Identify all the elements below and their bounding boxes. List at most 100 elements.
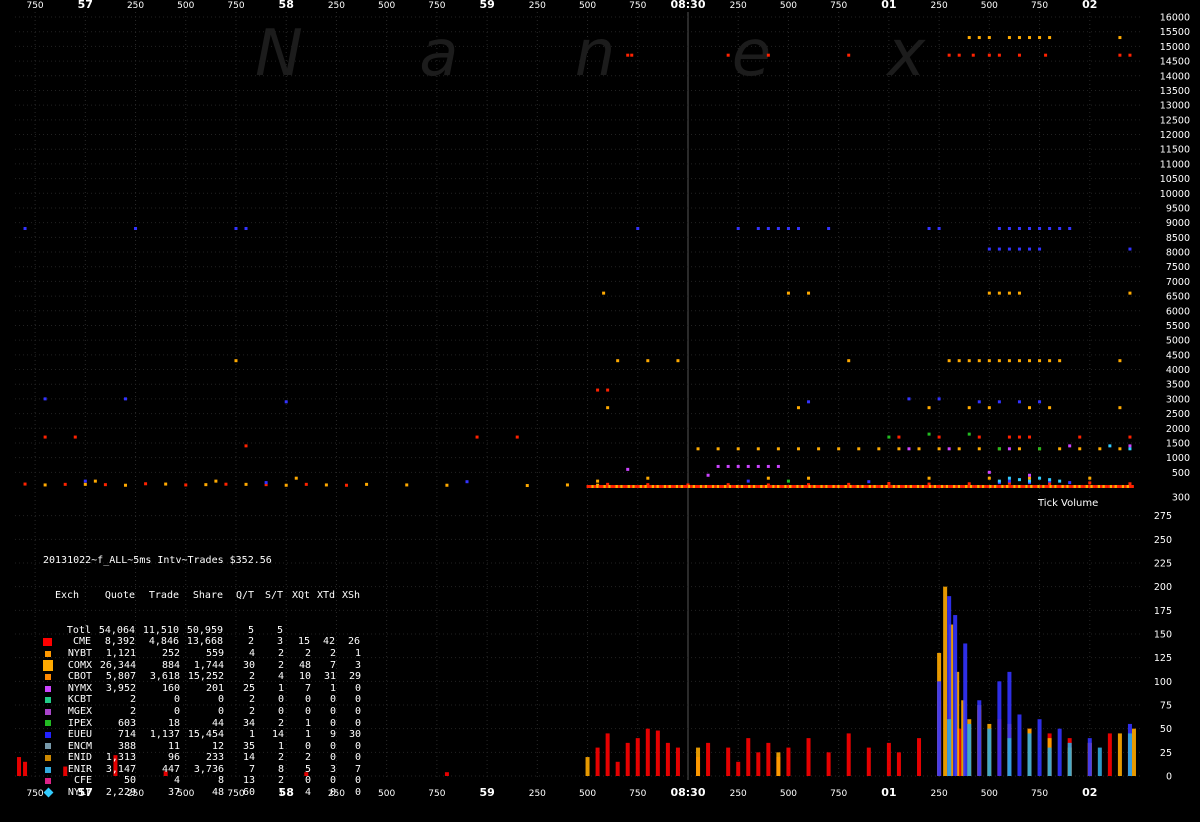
- scatter-point: [989, 485, 992, 488]
- scatter-point: [969, 485, 973, 488]
- y-tick-label-upper: 5000: [1166, 336, 1190, 347]
- scatter-point: [736, 447, 740, 451]
- x-tick-label-bottom: 500: [579, 789, 596, 799]
- scatter-point: [1107, 485, 1110, 488]
- scatter-point: [702, 485, 705, 488]
- scatter-point: [23, 227, 27, 230]
- scatter-point: [1017, 400, 1021, 404]
- y-tick-label-upper: 8500: [1166, 233, 1190, 244]
- scatter-point: [731, 485, 734, 488]
- scatter-point: [656, 485, 659, 488]
- table-cell-xqt: 2: [304, 752, 311, 764]
- scatter-point: [627, 485, 631, 488]
- scatter-point: [926, 485, 929, 488]
- scatter-point: [746, 464, 750, 468]
- scatter-point: [1007, 247, 1011, 251]
- scatter-point: [914, 485, 917, 488]
- table-cell-xqt: 0: [304, 775, 311, 787]
- scatter-point: [1007, 476, 1011, 480]
- scatter-point: [781, 485, 785, 488]
- scatter-point: [668, 485, 672, 488]
- scatter-point: [1032, 485, 1036, 488]
- y-tick-label-upper: 2500: [1166, 409, 1190, 420]
- legend-swatch: [45, 697, 51, 704]
- scatter-point: [204, 483, 208, 487]
- scatter-point: [365, 482, 369, 486]
- scatter-point: [1007, 291, 1011, 295]
- legend-swatch: [45, 755, 51, 762]
- scatter-point: [1078, 485, 1081, 488]
- scatter-point: [997, 291, 1001, 295]
- scatter-point: [856, 485, 860, 488]
- scatter-point: [636, 227, 640, 230]
- table-cell-qt: 60: [242, 787, 255, 799]
- scatter-point: [979, 485, 982, 488]
- scatter-point: [1038, 227, 1042, 230]
- volume-bar: [726, 747, 731, 776]
- legend-swatch: [45, 743, 51, 750]
- scatter-point: [813, 485, 816, 488]
- x-tick-label-bottom: 250: [931, 789, 948, 799]
- table-cell-exch: CBOT: [67, 671, 92, 683]
- scatter-point: [622, 485, 626, 488]
- scatter-point: [103, 483, 107, 487]
- scatter-point: [1048, 406, 1052, 410]
- scatter-point: [184, 483, 188, 487]
- table-cell-xsh: 0: [354, 705, 361, 717]
- scatter-point: [626, 53, 630, 57]
- table-cell-quote: 5,807: [105, 671, 136, 683]
- volume-bar: [886, 742, 891, 776]
- scatter-point: [1078, 435, 1082, 439]
- x-tick-label-bottom: 08:30: [670, 786, 705, 799]
- table-cell-quote: 388: [117, 740, 136, 752]
- table-cell-quote: 714: [117, 729, 136, 741]
- table-cell-share: 0: [217, 705, 224, 717]
- volume-bar: [665, 742, 670, 776]
- table-cell-trade: 11: [167, 740, 180, 752]
- scatter-point: [960, 485, 963, 488]
- table-cell-xqt: 0: [304, 705, 311, 717]
- scatter-point: [834, 485, 838, 488]
- scatter-point: [515, 435, 519, 439]
- table-cell-share: 8: [217, 775, 224, 787]
- scatter-point: [776, 464, 780, 468]
- col-xsh: XSh: [341, 589, 360, 601]
- scatter-point: [1071, 485, 1074, 488]
- scatter-point: [807, 291, 811, 295]
- scatter-point: [837, 485, 840, 488]
- scatter-point: [997, 53, 1001, 57]
- x-tick-label-top: 750: [629, 1, 646, 11]
- volume-bar: [766, 742, 771, 776]
- scatter-point: [1017, 247, 1021, 251]
- scatter-point: [690, 485, 693, 488]
- scatter-point: [1100, 485, 1103, 488]
- scatter-point: [670, 485, 674, 488]
- table-cell-qt: 2: [248, 705, 255, 717]
- scatter-point: [1038, 447, 1042, 451]
- table-cell-trade: 18: [167, 717, 180, 729]
- table-cell-xsh: 0: [354, 717, 361, 729]
- scatter-point: [716, 485, 720, 488]
- volume-bar: [1117, 733, 1122, 776]
- volume-bar: [1127, 733, 1132, 776]
- x-tick-label-top: 58: [279, 0, 294, 11]
- table-cell-share: 15,252: [187, 671, 224, 683]
- scatter-point: [784, 485, 787, 488]
- table-cell-quote: 3,952: [105, 682, 136, 694]
- x-tick-label-top: 250: [529, 1, 546, 11]
- scatter-point: [817, 447, 821, 451]
- y-tick-label-upper: 15500: [1160, 27, 1190, 38]
- x-tick-label-top: 750: [428, 1, 445, 11]
- table-cell-qt: 14: [242, 752, 255, 764]
- y-tick-label-upper: 4000: [1166, 365, 1190, 376]
- scatter-point: [617, 485, 621, 488]
- scatter-point: [1128, 291, 1132, 295]
- scatter-point: [762, 485, 766, 488]
- scatter-point: [1048, 36, 1052, 40]
- table-header: Exch Quote Trade Share Q/T S/T XQt XTd X…: [43, 590, 361, 602]
- table-cell-st: 1: [277, 682, 284, 694]
- scatter-point: [945, 485, 949, 488]
- scatter-point: [940, 485, 944, 488]
- scatter-point: [565, 483, 569, 487]
- volume-bar: [943, 586, 948, 776]
